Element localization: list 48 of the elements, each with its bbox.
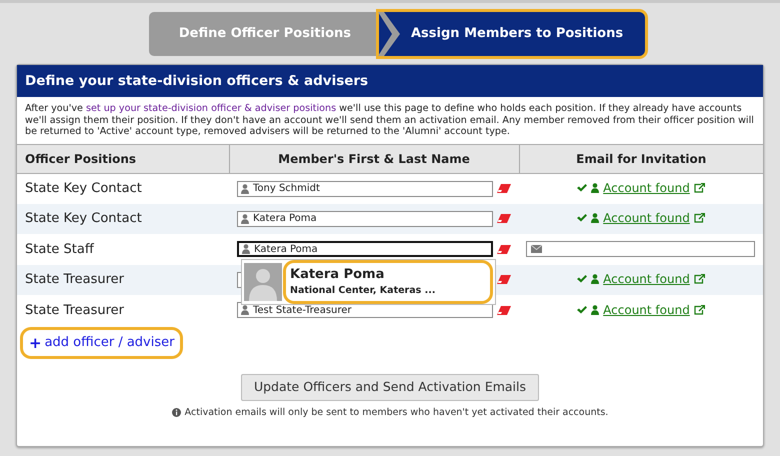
position-cell: State Staff	[17, 234, 229, 265]
eraser-icon[interactable]	[497, 244, 511, 254]
suggestion-name: Katera Poma	[290, 266, 386, 284]
user-icon	[591, 182, 600, 193]
account-link[interactable]: Account found	[603, 178, 690, 197]
email-field[interactable]	[526, 241, 755, 258]
eraser-icon[interactable]	[497, 184, 511, 194]
step-arrow-icon	[378, 12, 400, 56]
column-header: Member's First & Last Name	[229, 145, 519, 174]
check-icon	[577, 275, 588, 284]
envelope-icon	[531, 245, 542, 254]
user-icon	[241, 184, 249, 194]
check-icon	[577, 184, 588, 192]
external-link-icon	[694, 304, 705, 315]
add-officer-link[interactable]: + add officer / adviser	[23, 330, 180, 356]
avatar-icon	[244, 262, 282, 301]
note-text: Activation emails will only be sent to members who haven't yet activated their accounts.	[184, 406, 608, 420]
name-field[interactable]: Tony Schmidt	[237, 180, 493, 197]
account-link[interactable]: Account found	[603, 300, 690, 319]
position-cell: State Treasurer	[17, 295, 229, 326]
user-icon	[591, 304, 600, 315]
user-icon	[591, 274, 600, 284]
info-icon	[172, 408, 181, 418]
setup-link[interactable]: set up your state-division officer & adviser positions	[86, 103, 336, 114]
eraser-icon[interactable]	[497, 306, 511, 315]
user-icon	[241, 214, 249, 224]
column-header: Email for Invitation	[519, 145, 763, 174]
position-cell: State Key Contact	[17, 173, 229, 204]
suggestion-detail: National Center, Kateras ...	[290, 284, 436, 298]
external-link-icon	[694, 213, 705, 224]
check-icon	[577, 306, 588, 314]
eraser-icon[interactable]	[497, 275, 511, 284]
panel-title: Define your state-division officers & advisers	[17, 65, 763, 97]
external-link-icon	[694, 274, 705, 284]
position-cell: State Key Contact	[17, 204, 229, 234]
eraser-icon[interactable]	[497, 214, 511, 224]
name-field[interactable]: Katera Poma	[237, 241, 493, 258]
column-header: Officer Positions	[17, 145, 229, 174]
step-tab[interactable]: Assign Members to Positions	[379, 12, 646, 56]
user-icon	[591, 213, 600, 224]
position-cell: State Treasurer	[17, 264, 229, 296]
suggestion-item[interactable]: Katera Poma National Center, Kateras ...	[286, 262, 490, 301]
update-button[interactable]: Update Officers and Send Activation Emails	[240, 374, 540, 401]
external-link-icon	[694, 182, 705, 193]
user-icon	[241, 305, 249, 316]
name-field[interactable]: Katera Poma	[237, 210, 493, 227]
user-icon	[242, 244, 250, 254]
check-icon	[577, 214, 588, 222]
